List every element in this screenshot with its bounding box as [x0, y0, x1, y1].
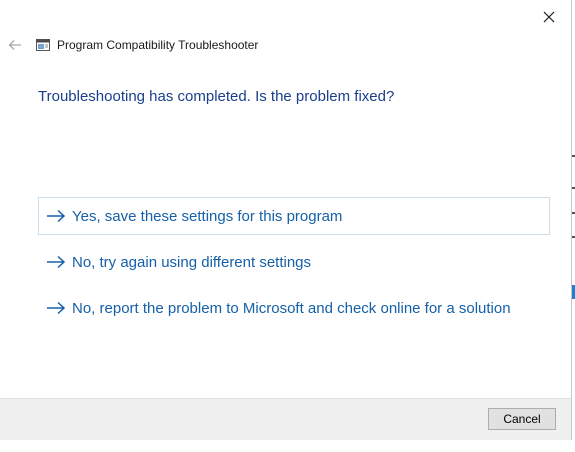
dialog-footer [0, 398, 571, 440]
troubleshooter-app-icon [36, 39, 50, 51]
option-label: No, report the problem to Microsoft and … [72, 299, 511, 317]
arrow-right-icon [47, 255, 66, 269]
back-button[interactable] [6, 36, 24, 54]
arrow-right-icon [47, 209, 66, 223]
arrow-right-icon [47, 301, 66, 315]
window-title: Program Compatibility Troubleshooter [57, 38, 259, 52]
close-button[interactable] [537, 6, 561, 28]
option-try-again[interactable]: No, try again using different settings [38, 243, 550, 281]
desktop-background [0, 440, 575, 452]
page-heading: Troubleshooting has completed. Is the pr… [38, 88, 395, 105]
option-label: Yes, save these settings for this progra… [72, 207, 343, 225]
back-arrow-icon [8, 40, 21, 50]
cancel-button[interactable]: Cancel [488, 408, 556, 430]
close-icon [543, 11, 555, 23]
option-report-problem[interactable]: No, report the problem to Microsoft and … [38, 289, 550, 327]
troubleshooter-dialog: Program Compatibility Troubleshooter Tro… [0, 0, 572, 440]
option-label: No, try again using different settings [72, 253, 312, 271]
option-yes-save-settings[interactable]: Yes, save these settings for this progra… [38, 197, 550, 235]
